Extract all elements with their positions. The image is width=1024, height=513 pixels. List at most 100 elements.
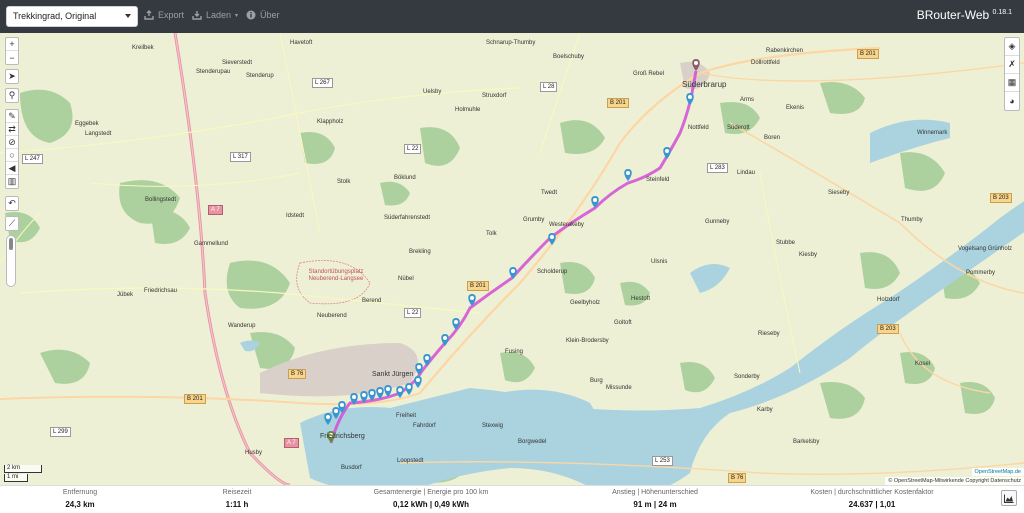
place-label: Ekenis: [786, 105, 805, 111]
place-label: Nottfeld: [688, 125, 709, 131]
place-label: Gunneby: [705, 219, 730, 225]
place-label: Geelbyholz: [570, 300, 601, 306]
draw-toolbar: ✎ ⇄ ⊘ ○ ◀ ▥: [5, 109, 19, 189]
locate-control: ➤: [5, 69, 19, 84]
place-label: Scholderup: [537, 269, 568, 275]
speaker-icon[interactable]: ◀: [6, 162, 18, 175]
place-label: Groß Rebel: [633, 71, 665, 77]
place-label: Idstedt: [286, 213, 305, 219]
place-label: Winnemark: [917, 130, 948, 136]
road-label: B 76: [288, 369, 307, 379]
pencil-icon[interactable]: ✎: [6, 110, 18, 123]
navbar: Trekkingrad, Original Export Laden ▾ Übe…: [0, 0, 1024, 33]
brand-version: 0.18.1: [992, 9, 1012, 16]
road-label: B 201: [467, 281, 489, 291]
stat-value: 0,12 kWh | 0,49 kWh: [392, 500, 470, 509]
place-label: Gammellund: [194, 241, 229, 247]
place-label: Thumby: [901, 217, 923, 223]
search-icon[interactable]: ⚲: [6, 89, 18, 102]
place-label: Sieverstedt: [222, 60, 253, 66]
zoom-in-button[interactable]: +: [6, 38, 18, 51]
about-button[interactable]: Über: [246, 10, 280, 20]
place-label: Westerakeby: [549, 222, 584, 228]
scale-mi: 1 mi: [4, 474, 28, 482]
no-go-icon[interactable]: ⊘: [6, 136, 18, 149]
trash-icon[interactable]: ▥: [6, 175, 18, 188]
place-label: Lindau: [737, 170, 756, 176]
place-label: Freiheit: [396, 413, 417, 419]
road-label: L 267: [312, 78, 333, 88]
road-label: B 201: [607, 98, 629, 108]
stat-value: 24,3 km: [65, 500, 95, 509]
road-label: L 299: [50, 427, 71, 437]
pie-icon[interactable]: ◕: [1005, 92, 1019, 110]
profile-select[interactable]: Trekkingrad, Original: [6, 6, 138, 27]
place-label: Kiesby: [799, 252, 818, 258]
stat-cost: Kosten | durchschnittlicher Kostenfaktor…: [802, 489, 942, 509]
caret-down-icon: ▾: [235, 12, 239, 19]
export-label: Export: [158, 10, 185, 20]
place-label: Stubbe: [776, 240, 796, 246]
elevation-toggle-button[interactable]: [1001, 490, 1017, 506]
place-label: Nübel: [398, 276, 414, 282]
stat-climb: Anstieg | Höhenunterschied 91 m | 24 m: [595, 489, 715, 509]
place-label: Burg: [590, 378, 603, 384]
elevation-icon: [1004, 494, 1014, 503]
table-icon[interactable]: ▦: [1005, 74, 1019, 92]
slider-handle[interactable]: [9, 238, 13, 250]
place-label: Langstedt: [85, 131, 112, 137]
export-icon: [144, 10, 154, 20]
circle-icon[interactable]: ○: [6, 149, 18, 162]
place-label: Eggebek: [75, 121, 99, 127]
place-label: Barkelsby: [793, 439, 820, 445]
locate-icon[interactable]: ➤: [6, 70, 18, 83]
place-label: Kosel: [915, 361, 931, 367]
place-label: Schnarup-Thumby: [486, 40, 536, 46]
about-label: Über: [260, 10, 280, 20]
place-label: Havetoft: [290, 40, 313, 46]
chevron-down-icon: [125, 14, 131, 18]
line-chart-icon[interactable]: ⟋: [6, 217, 18, 230]
place-label: Loopstedt: [397, 458, 424, 464]
place-label: Rabenkirchen: [766, 48, 804, 54]
stat-label: Entfernung: [62, 489, 98, 496]
place-label: Ulsnis: [651, 259, 668, 265]
opacity-slider[interactable]: [6, 235, 16, 287]
place-label: Jübek: [117, 292, 134, 298]
place-label: Bollingstedt: [145, 197, 177, 203]
place-label: Klein-Brodersby: [566, 338, 609, 344]
shuffle-icon[interactable]: ⇄: [6, 123, 18, 136]
undo-icon[interactable]: ↶: [6, 197, 18, 210]
nature-reserve-label: Standortübungsplatz Neuberend-Langsee: [308, 269, 364, 282]
place-label: Klappholz: [317, 119, 344, 125]
place-label: Karby: [757, 407, 773, 413]
zoom-out-button[interactable]: −: [6, 51, 18, 64]
stat-energy: Gesamtenergie | Energie pro 100 km 0,12 …: [361, 489, 501, 509]
wrench-icon[interactable]: ✗: [1005, 56, 1019, 74]
road-label: B 203: [877, 324, 899, 334]
place-label: Sankt Jürgen: [372, 371, 414, 378]
place-label: Fusing: [505, 349, 524, 355]
route-stats: Entfernung 24,3 km Reisezeit 1:11 h Gesa…: [0, 485, 1024, 513]
place-label: Sonderby: [734, 374, 760, 380]
profile-select-value: Trekkingrad, Original: [13, 11, 97, 21]
attribution[interactable]: © OpenStreetMap-Mitwirkende Copyright Da…: [885, 477, 1024, 485]
road-label: L 283: [707, 163, 728, 173]
road-label: B 203: [990, 193, 1012, 203]
map[interactable]: Kreilbek Havetoft Schnarup-Thumby Boelsc…: [0, 33, 1024, 485]
place-label: Steinfeld: [646, 177, 670, 183]
place-label: Tolk: [486, 231, 497, 237]
road-label: B 76: [728, 473, 747, 483]
map-tiles: [0, 33, 1024, 485]
road-label: B 201: [857, 49, 879, 59]
place-label: Friedrichsau: [144, 288, 178, 294]
place-label: Stexwig: [482, 423, 504, 429]
place-label: Goltoft: [614, 320, 632, 326]
info-icon: [246, 10, 256, 20]
place-label: Pommerby: [966, 270, 996, 276]
osm-de-link[interactable]: OpenStreetMap.de: [971, 468, 1024, 476]
load-button[interactable]: Laden ▾: [192, 10, 238, 20]
export-button[interactable]: Export: [144, 10, 184, 20]
layers-icon[interactable]: ◈: [1005, 38, 1019, 56]
place-label: Grumby: [523, 217, 545, 223]
